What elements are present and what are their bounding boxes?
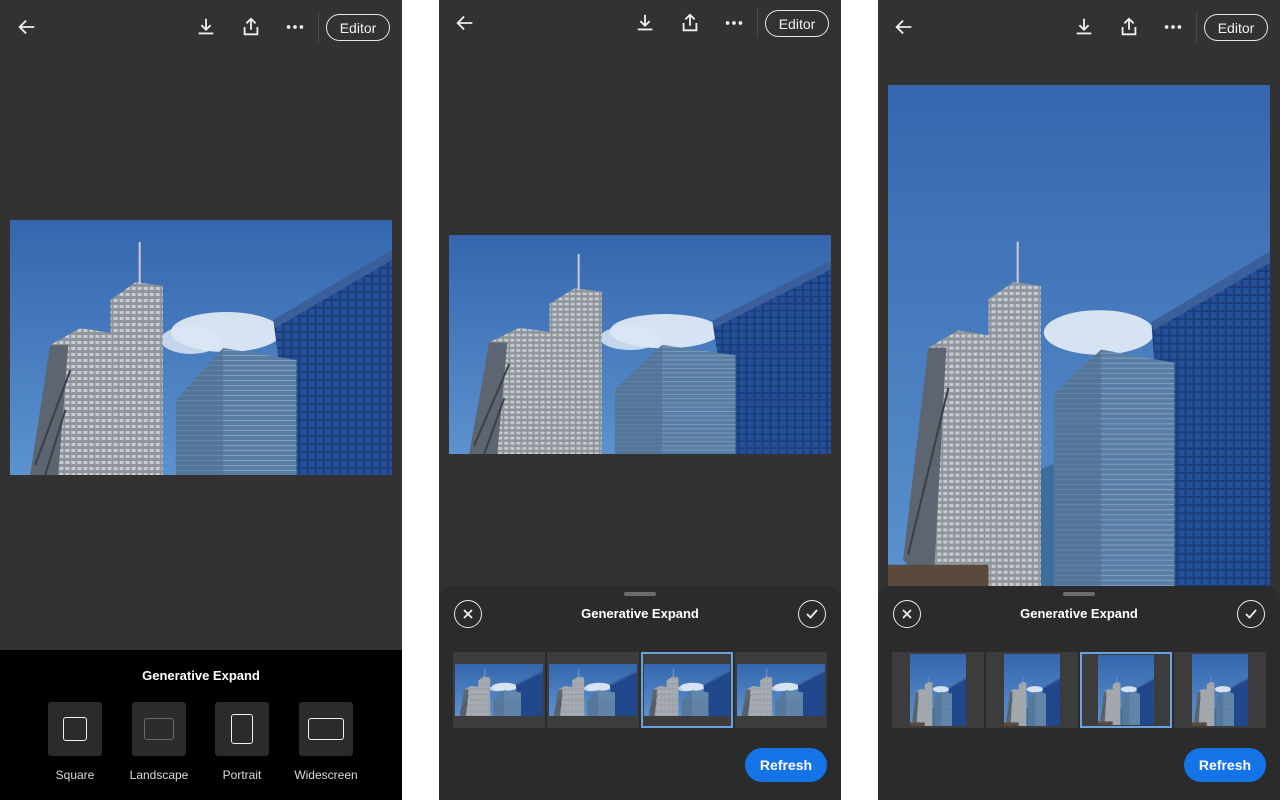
toolbar-divider (757, 8, 758, 38)
variation-thumbnail-3[interactable] (641, 652, 733, 728)
sheet-grabber[interactable] (1063, 592, 1095, 596)
generative-expand-sheet: Generative Expand Refresh (439, 586, 841, 800)
variation-thumbnail-1[interactable] (453, 652, 545, 728)
more-icon[interactable] (719, 8, 749, 38)
refresh-button[interactable]: Refresh (1184, 748, 1266, 782)
ratio-option-widescreen[interactable]: Widescreen (286, 702, 366, 782)
screen-landscape-variations: Editor Generative Expand Refresh (439, 0, 841, 800)
top-toolbar: Editor (0, 0, 402, 54)
top-toolbar: Editor (878, 0, 1280, 54)
editor-button[interactable]: Editor (1204, 14, 1268, 41)
variation-thumbnail-4[interactable] (1174, 652, 1266, 728)
download-icon[interactable] (191, 12, 221, 42)
editor-button[interactable]: Editor (765, 10, 829, 37)
sheet-title: Generative Expand (142, 668, 260, 683)
ratio-label: Landscape (129, 768, 189, 782)
ratio-option-square[interactable]: Square (35, 702, 115, 782)
download-icon[interactable] (630, 8, 660, 38)
more-icon[interactable] (280, 12, 310, 42)
portrait-icon (215, 702, 269, 756)
editor-button[interactable]: Editor (326, 14, 390, 41)
variation-thumbnail-3[interactable] (1080, 652, 1172, 728)
share-icon[interactable] (236, 12, 266, 42)
ratio-label: Square (55, 768, 95, 782)
screen-portrait-variations: Editor Generative Expand Refresh (878, 0, 1280, 800)
square-icon (48, 702, 102, 756)
sheet-title: Generative Expand (1020, 606, 1138, 621)
photo-preview (888, 85, 1270, 590)
refresh-button[interactable]: Refresh (745, 748, 827, 782)
more-icon[interactable] (1158, 12, 1188, 42)
photo-preview (449, 235, 831, 454)
share-icon[interactable] (1114, 12, 1144, 42)
back-arrow-icon[interactable] (889, 12, 919, 42)
ratio-label: Portrait (222, 768, 262, 782)
variation-thumbnail-4[interactable] (735, 652, 827, 728)
toolbar-divider (1196, 12, 1197, 42)
variation-thumbnail-2[interactable] (986, 652, 1078, 728)
back-arrow-icon[interactable] (450, 8, 480, 38)
toolbar-divider (318, 12, 319, 42)
checkmark-icon[interactable] (1237, 600, 1265, 628)
top-toolbar: Editor (439, 0, 841, 54)
generative-expand-sheet: Generative Expand Refresh (878, 586, 1280, 800)
back-arrow-icon[interactable] (12, 12, 42, 42)
photo-preview (10, 220, 392, 475)
download-icon[interactable] (1069, 12, 1099, 42)
ratio-option-landscape[interactable]: Landscape (119, 702, 199, 782)
variation-thumbnail-1[interactable] (892, 652, 984, 728)
ratio-label: Widescreen (294, 768, 358, 782)
ratio-option-portrait[interactable]: Portrait (202, 702, 282, 782)
checkmark-icon[interactable] (798, 600, 826, 628)
screen-ratio-selection: Editor Generative Expand Square Landscap… (0, 0, 402, 800)
landscape-icon (132, 702, 186, 756)
generative-expand-sheet: Generative Expand Square Landscape Portr… (0, 650, 402, 800)
variation-thumbnail-2[interactable] (547, 652, 639, 728)
sheet-grabber[interactable] (624, 592, 656, 596)
widescreen-icon (299, 702, 353, 756)
share-icon[interactable] (675, 8, 705, 38)
sheet-title: Generative Expand (581, 606, 699, 621)
